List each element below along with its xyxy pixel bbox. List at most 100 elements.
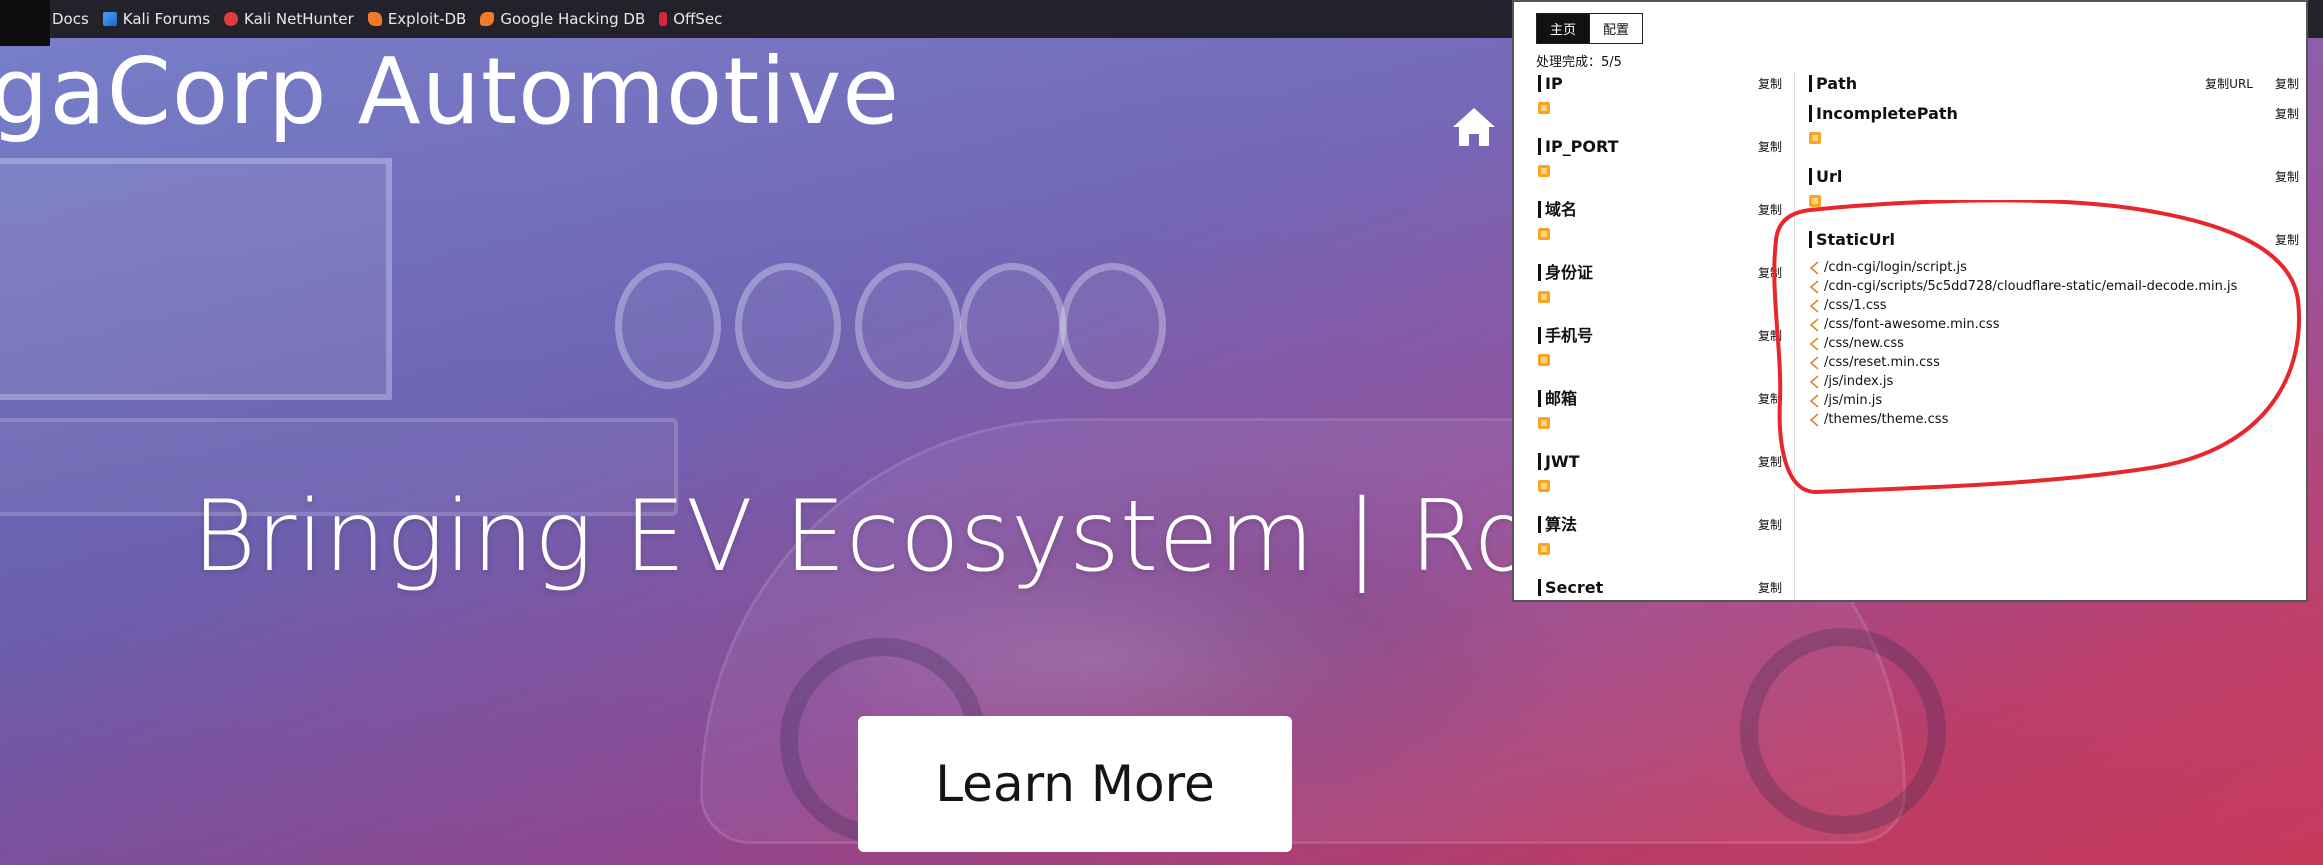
background-car-wheel: [1740, 628, 1946, 834]
section-title: IP_PORT: [1538, 138, 1619, 155]
result-badge-icon[interactable]: [1538, 417, 1550, 429]
copy-button[interactable]: 复制: [2275, 105, 2299, 122]
copy-button[interactable]: 复制: [1758, 453, 1782, 470]
result-badge-icon[interactable]: [1538, 480, 1550, 492]
bookmark-label: OffSec: [673, 10, 723, 28]
static-url-item[interactable]: /css/reset.min.css: [1809, 353, 2299, 372]
section-title: 算法: [1538, 516, 1577, 533]
background-rim: [960, 263, 1066, 389]
section-title: 域名: [1538, 201, 1577, 218]
chevron-left-icon: [1809, 336, 1819, 351]
copy-button[interactable]: 复制: [1758, 516, 1782, 533]
result-badge-icon[interactable]: [1809, 195, 1821, 207]
copy-button[interactable]: 复制: [1758, 579, 1782, 596]
bookmark-label: Kali NetHunter: [244, 10, 354, 28]
result-badge-icon[interactable]: [1538, 102, 1550, 114]
background-rim: [615, 263, 721, 389]
home-icon[interactable]: [1450, 105, 1498, 149]
bookmark-exploit-db[interactable]: Exploit-DB: [367, 10, 467, 28]
section-secret: Secret 复制: [1538, 579, 1782, 596]
bookmark-label: Kali Forums: [122, 10, 211, 28]
section-algorithm: 算法 复制: [1538, 516, 1782, 559]
section-ip: IP 复制: [1538, 75, 1782, 118]
static-url-item[interactable]: /css/new.css: [1809, 334, 2299, 353]
tab-config[interactable]: 配置: [1589, 14, 1643, 43]
popup-tabs: 主页 配置: [1536, 13, 1644, 44]
copy-button[interactable]: 复制: [2275, 168, 2299, 185]
static-url-item[interactable]: /cdn-cgi/scripts/5c5dd728/cloudflare-sta…: [1809, 277, 2299, 296]
window-corner: [0, 0, 50, 46]
copy-button[interactable]: 复制: [1758, 390, 1782, 407]
static-url-text: /js/index.js: [1824, 374, 1894, 389]
section-title: Path: [1809, 75, 1857, 92]
static-url-item[interactable]: /cdn-cgi/login/script.js: [1809, 258, 2299, 277]
static-url-item[interactable]: /themes/theme.css: [1809, 410, 2299, 429]
static-url-list: /cdn-cgi/login/script.js /cdn-cgi/script…: [1809, 258, 2299, 429]
bookmark-label: Google Hacking DB: [500, 10, 646, 28]
exploit-db-icon: [367, 12, 382, 26]
chevron-left-icon: [1809, 355, 1819, 370]
chevron-left-icon: [1809, 393, 1819, 408]
background-display-screen: [0, 158, 392, 400]
result-badge-icon[interactable]: [1809, 132, 1821, 144]
static-url-text: /css/reset.min.css: [1824, 355, 1940, 370]
section-path: Path 复制URL 复制: [1809, 75, 2299, 92]
copy-button[interactable]: 复制: [2275, 75, 2299, 92]
learn-more-button[interactable]: Learn More: [858, 716, 1292, 852]
static-url-text: /css/font-awesome.min.css: [1824, 317, 2000, 332]
extension-popup: 主页 配置 处理完成：5/5 IP 复制 IP_PORT 复制 域名 复制 身份证 复制…: [1512, 0, 2308, 602]
chevron-left-icon: [1809, 279, 1819, 294]
copy-button[interactable]: 复制: [1758, 75, 1782, 92]
section-email: 邮箱 复制: [1538, 390, 1782, 433]
bookmark-label: Exploit-DB: [387, 10, 467, 28]
static-url-item[interactable]: /js/min.js: [1809, 391, 2299, 410]
copy-button[interactable]: 复制: [1758, 138, 1782, 155]
section-title: Secret: [1538, 579, 1603, 596]
section-title: IP: [1538, 75, 1563, 92]
copy-button[interactable]: 复制: [2275, 231, 2299, 248]
section-title: 邮箱: [1538, 390, 1577, 407]
result-badge-icon[interactable]: [1538, 543, 1550, 555]
static-url-text: /css/1.css: [1824, 298, 1887, 313]
tab-home[interactable]: 主页: [1537, 14, 1590, 43]
bookmark-label: Docs: [52, 10, 89, 28]
section-static-url: StaticUrl 复制 /cdn-cgi/login/script.js /cd…: [1809, 231, 2299, 429]
site-brand[interactable]: gaCorp Automotive: [0, 38, 900, 145]
static-url-text: /cdn-cgi/login/script.js: [1824, 260, 1967, 275]
bookmark-offsec[interactable]: OffSec: [659, 10, 722, 28]
background-rim: [735, 263, 841, 389]
static-url-text: /js/min.js: [1824, 393, 1883, 408]
section-title: Url: [1809, 168, 1842, 185]
bookmark-kali-forums[interactable]: Kali Forums: [102, 10, 211, 28]
copy-button[interactable]: 复制: [1758, 327, 1782, 344]
static-url-text: /cdn-cgi/scripts/5c5dd728/cloudflare-sta…: [1824, 279, 2238, 294]
section-jwt: JWT 复制: [1538, 453, 1782, 496]
static-url-item[interactable]: /css/1.css: [1809, 296, 2299, 315]
static-url-text: /themes/theme.css: [1824, 412, 1949, 427]
result-badge-icon[interactable]: [1538, 228, 1550, 240]
result-badge-icon[interactable]: [1538, 354, 1550, 366]
section-id-card: 身份证 复制: [1538, 264, 1782, 307]
copy-button[interactable]: 复制: [1758, 201, 1782, 218]
offsec-icon: [659, 12, 668, 26]
static-url-item[interactable]: /css/font-awesome.min.css: [1809, 315, 2299, 334]
column-divider: [1794, 72, 1795, 600]
static-url-item[interactable]: /js/index.js: [1809, 372, 2299, 391]
static-url-text: /css/new.css: [1824, 336, 1904, 351]
result-badge-icon[interactable]: [1538, 165, 1550, 177]
background-rim: [855, 263, 961, 389]
hero-tagline: Bringing EV Ecosystem | Robu: [192, 480, 1658, 594]
section-title: 手机号: [1538, 327, 1593, 344]
background-rim: [1060, 263, 1166, 389]
section-incomplete-path: IncompletePath 复制: [1809, 105, 2299, 148]
section-title: StaticUrl: [1809, 231, 1895, 248]
bookmark-google-hacking-db[interactable]: Google Hacking DB: [480, 10, 645, 28]
section-phone: 手机号 复制: [1538, 327, 1782, 370]
copy-url-button[interactable]: 复制URL: [2205, 75, 2253, 92]
copy-actions: 复制URL 复制: [2205, 75, 2299, 92]
bookmark-kali-nethunter[interactable]: Kali NetHunter: [224, 10, 354, 28]
copy-button[interactable]: 复制: [1758, 264, 1782, 281]
section-domain: 域名 复制: [1538, 201, 1782, 244]
section-title: 身份证: [1538, 264, 1593, 281]
result-badge-icon[interactable]: [1538, 291, 1550, 303]
